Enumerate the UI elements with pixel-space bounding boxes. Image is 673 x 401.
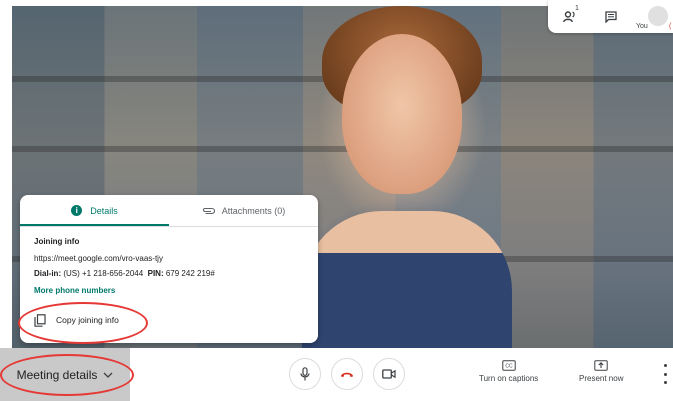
dial-in-line: Dial-in: (US) +1 218-656-2044 PIN: 679 2… bbox=[34, 269, 215, 278]
info-icon: i bbox=[71, 205, 83, 216]
captions-icon: CC bbox=[501, 360, 516, 371]
dial-in-label: Dial-in: bbox=[34, 269, 62, 278]
tab-details-label: Details bbox=[90, 205, 118, 216]
hangup-icon bbox=[341, 372, 353, 377]
self-label: You bbox=[636, 23, 648, 30]
leave-call-button[interactable] bbox=[331, 358, 363, 390]
pin-label: PIN: bbox=[147, 269, 164, 278]
joining-info-title: Joining info bbox=[34, 237, 80, 246]
more-options-button[interactable] bbox=[660, 364, 670, 384]
meeting-url[interactable]: https://meet.google.com/vro-vaas-tjy bbox=[34, 254, 163, 263]
dial-in-number: (US) +1 218-656-2044 bbox=[63, 269, 144, 278]
present-label: Present now bbox=[579, 374, 624, 383]
tab-attachments[interactable]: Attachments (0) bbox=[169, 195, 318, 226]
bookshelf-shelf bbox=[12, 146, 673, 152]
annotation-circle-copy bbox=[18, 302, 148, 344]
self-avatar[interactable] bbox=[648, 6, 668, 26]
more-phone-numbers-link[interactable]: More phone numbers bbox=[34, 286, 115, 295]
people-icon bbox=[563, 11, 575, 23]
chat-button[interactable] bbox=[601, 8, 621, 26]
more-vert-icon bbox=[663, 364, 667, 367]
microphone-button[interactable] bbox=[289, 358, 321, 390]
svg-text:CC: CC bbox=[505, 364, 513, 370]
chat-icon bbox=[605, 11, 617, 23]
tab-attachments-label: Attachments (0) bbox=[221, 205, 286, 216]
present-icon bbox=[594, 360, 608, 371]
turn-on-captions-button[interactable]: CC Turn on captions bbox=[479, 360, 538, 383]
tab-details[interactable]: i Details bbox=[20, 195, 169, 226]
annotation-circle-meeting-details bbox=[0, 354, 134, 396]
present-now-button[interactable]: Present now bbox=[579, 360, 623, 383]
self-label-overflow: ( bbox=[669, 23, 672, 30]
participant-torso bbox=[302, 211, 512, 348]
pin-value: 679 242 219# bbox=[165, 269, 215, 278]
tab-divider bbox=[20, 226, 318, 227]
microphone-icon bbox=[300, 367, 310, 381]
people-count-badge: 1 bbox=[575, 5, 579, 12]
camera-icon bbox=[382, 369, 396, 379]
captions-label: Turn on captions bbox=[479, 374, 539, 383]
participant-face bbox=[342, 34, 462, 194]
camera-button[interactable] bbox=[373, 358, 405, 390]
paperclip-icon bbox=[202, 207, 215, 214]
